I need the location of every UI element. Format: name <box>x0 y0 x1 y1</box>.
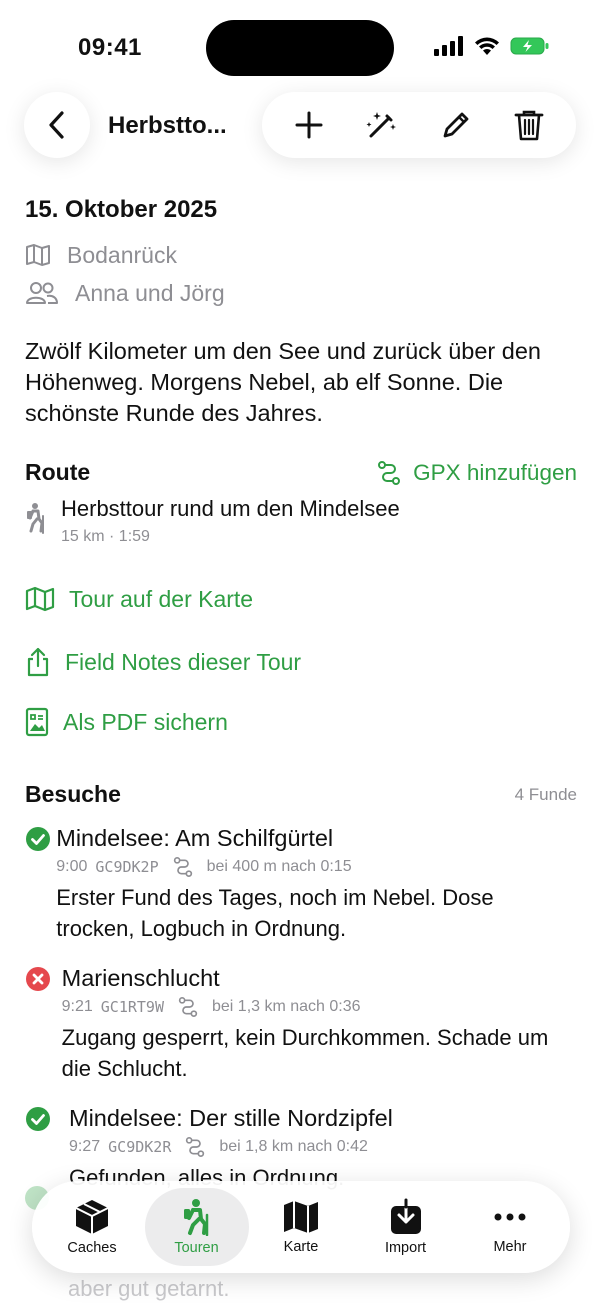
ellipsis-icon <box>494 1213 526 1221</box>
visit-distance: bei 400 m nach 0:15 <box>206 858 352 875</box>
route-name: Herbsttour rund um den Mindelsee <box>61 496 400 521</box>
not-found-x-icon <box>25 964 62 1084</box>
visit-distance: bei 1,3 km nach 0:36 <box>212 998 361 1015</box>
visit-time: 9:00 <box>56 858 88 875</box>
battery-icon <box>510 37 549 55</box>
tour-detail: 15. Oktober 2025 Bodanrück Anna und Jörg… <box>25 196 577 1193</box>
hiker-icon <box>25 496 61 546</box>
add-gpx-label: GPX hinzufügen <box>413 459 577 485</box>
signal-icon <box>434 36 463 56</box>
edit-button[interactable] <box>431 100 481 150</box>
route-icon <box>178 996 198 1018</box>
tab-caches[interactable]: Caches <box>40 1188 144 1266</box>
hiker-icon <box>183 1199 208 1236</box>
status-bar: 09:41 <box>0 0 600 96</box>
route-item[interactable]: Herbsttour rund um den Mindelsee 15 km ·… <box>25 496 577 546</box>
visit-title: Mindelsee: Am Schilfgürtel <box>56 825 334 851</box>
visit-meta: 9:00 GC9DK2P bei 400 m nach 0:15 <box>56 856 577 878</box>
tour-people: Anna und Jörg <box>75 279 225 306</box>
add-gpx-link[interactable]: GPX hinzufügen <box>377 460 577 486</box>
visit-cache-code: GC9DK2R <box>108 1138 172 1156</box>
visit-list: Mindelsee: Am Schilfgürtel 9:00 GC9DK2P bei… <box>25 824 577 1193</box>
visit-item[interactable]: Marienschlucht 9:21 GC1RT9W bei 1,3 km nach… <box>25 964 577 1084</box>
nav-action-group <box>262 92 576 158</box>
route-icon <box>185 1136 205 1158</box>
dynamic-island <box>206 20 394 76</box>
tour-description: Zwölf Kilometer um den See und zurück üb… <box>25 338 541 426</box>
tray-download-icon <box>390 1198 421 1234</box>
visit-meta: 9:27 GC9DK2R bei 1,8 km nach 0:42 <box>69 1136 393 1158</box>
visit-time: 9:27 <box>69 1138 101 1155</box>
tab-touren[interactable]: Touren <box>144 1188 249 1266</box>
show-on-map-label: Tour auf der Karte <box>69 585 254 612</box>
save-pdf-link[interactable]: Als PDF sichern <box>25 707 577 737</box>
field-notes-link[interactable]: Field Notes dieser Tour <box>25 647 577 677</box>
visit-note: Zugang gesperrt, kein Durchkommen. Schad… <box>61 1025 549 1081</box>
cube-icon <box>75 1200 109 1234</box>
visit-distance: bei 1,8 km nach 0:42 <box>219 1138 368 1155</box>
tour-area: Bodanrück <box>67 241 177 268</box>
people-icon <box>25 281 65 305</box>
tour-area-row: Bodanrück <box>25 236 577 274</box>
route-section-title: Route <box>25 459 91 485</box>
field-notes-label: Field Notes dieser Tour <box>65 648 302 675</box>
tab-karte[interactable]: Karte <box>249 1188 353 1266</box>
back-button[interactable] <box>24 92 90 158</box>
map-icon <box>25 243 57 267</box>
plus-icon <box>295 111 323 139</box>
found-check-icon <box>25 824 56 944</box>
document-icon <box>25 707 49 737</box>
tab-import[interactable]: Import <box>354 1188 458 1266</box>
tab-caches-label: Caches <box>67 1240 117 1256</box>
route-icon <box>173 856 193 878</box>
show-on-map-link[interactable]: Tour auf der Karte <box>25 584 577 614</box>
tab-bar: Caches Touren Karte Import Mehr <box>32 1181 570 1273</box>
status-time: 09:41 <box>78 34 142 61</box>
map-icon <box>284 1201 318 1233</box>
visit-cache-code: GC9DK2P <box>95 858 159 876</box>
route-icon <box>378 460 401 485</box>
add-button[interactable] <box>284 100 334 150</box>
visit-cache-code: GC1RT9W <box>100 998 164 1016</box>
route-section-header: Route GPX hinzufügen <box>25 459 577 486</box>
chevron-left-icon <box>49 111 64 139</box>
visit-item[interactable]: Mindelsee: Der stille Nordzipfel 9:27 GC9D… <box>25 1104 577 1193</box>
visit-meta: 9:21 GC1RT9W bei 1,3 km nach 0:36 <box>62 996 577 1018</box>
tab-touren-label: Touren <box>174 1240 219 1256</box>
visits-count: 4 Funde <box>514 784 577 804</box>
visit-title: Marienschlucht <box>61 965 220 991</box>
magic-button[interactable] <box>357 100 407 150</box>
visit-time: 9:21 <box>61 998 93 1015</box>
nav-title: Herbstto... <box>108 112 227 139</box>
magic-wand-icon <box>366 112 397 138</box>
save-pdf-label: Als PDF sichern <box>63 708 228 735</box>
pencil-icon <box>443 112 469 138</box>
tab-import-label: Import <box>384 1240 427 1256</box>
route-stats: 15 km · 1:59 <box>61 528 150 545</box>
tour-date: 15. Oktober 2025 <box>25 196 218 223</box>
trash-icon <box>514 110 544 141</box>
faded-visit-note: aber gut getarnt. <box>68 1276 230 1301</box>
visit-note: Erster Fund des Tages, noch im Nebel. Do… <box>56 885 494 941</box>
visits-section-header: Besuche 4 Funde <box>25 781 577 808</box>
tour-people-row: Anna und Jörg <box>25 274 577 312</box>
tab-mehr-label: Mehr <box>493 1239 527 1255</box>
visits-section-title: Besuche <box>25 781 121 807</box>
delete-button[interactable] <box>504 100 554 150</box>
found-check-icon <box>25 1104 69 1193</box>
tab-karte-label: Karte <box>283 1239 319 1255</box>
map-icon <box>25 586 55 612</box>
share-icon <box>25 647 51 677</box>
tab-mehr[interactable]: Mehr <box>458 1188 562 1266</box>
wifi-icon <box>475 37 499 55</box>
visit-title: Mindelsee: Der stille Nordzipfel <box>69 1105 393 1131</box>
status-icons <box>434 36 550 56</box>
visit-item[interactable]: Mindelsee: Am Schilfgürtel 9:00 GC9DK2P bei… <box>25 824 577 944</box>
